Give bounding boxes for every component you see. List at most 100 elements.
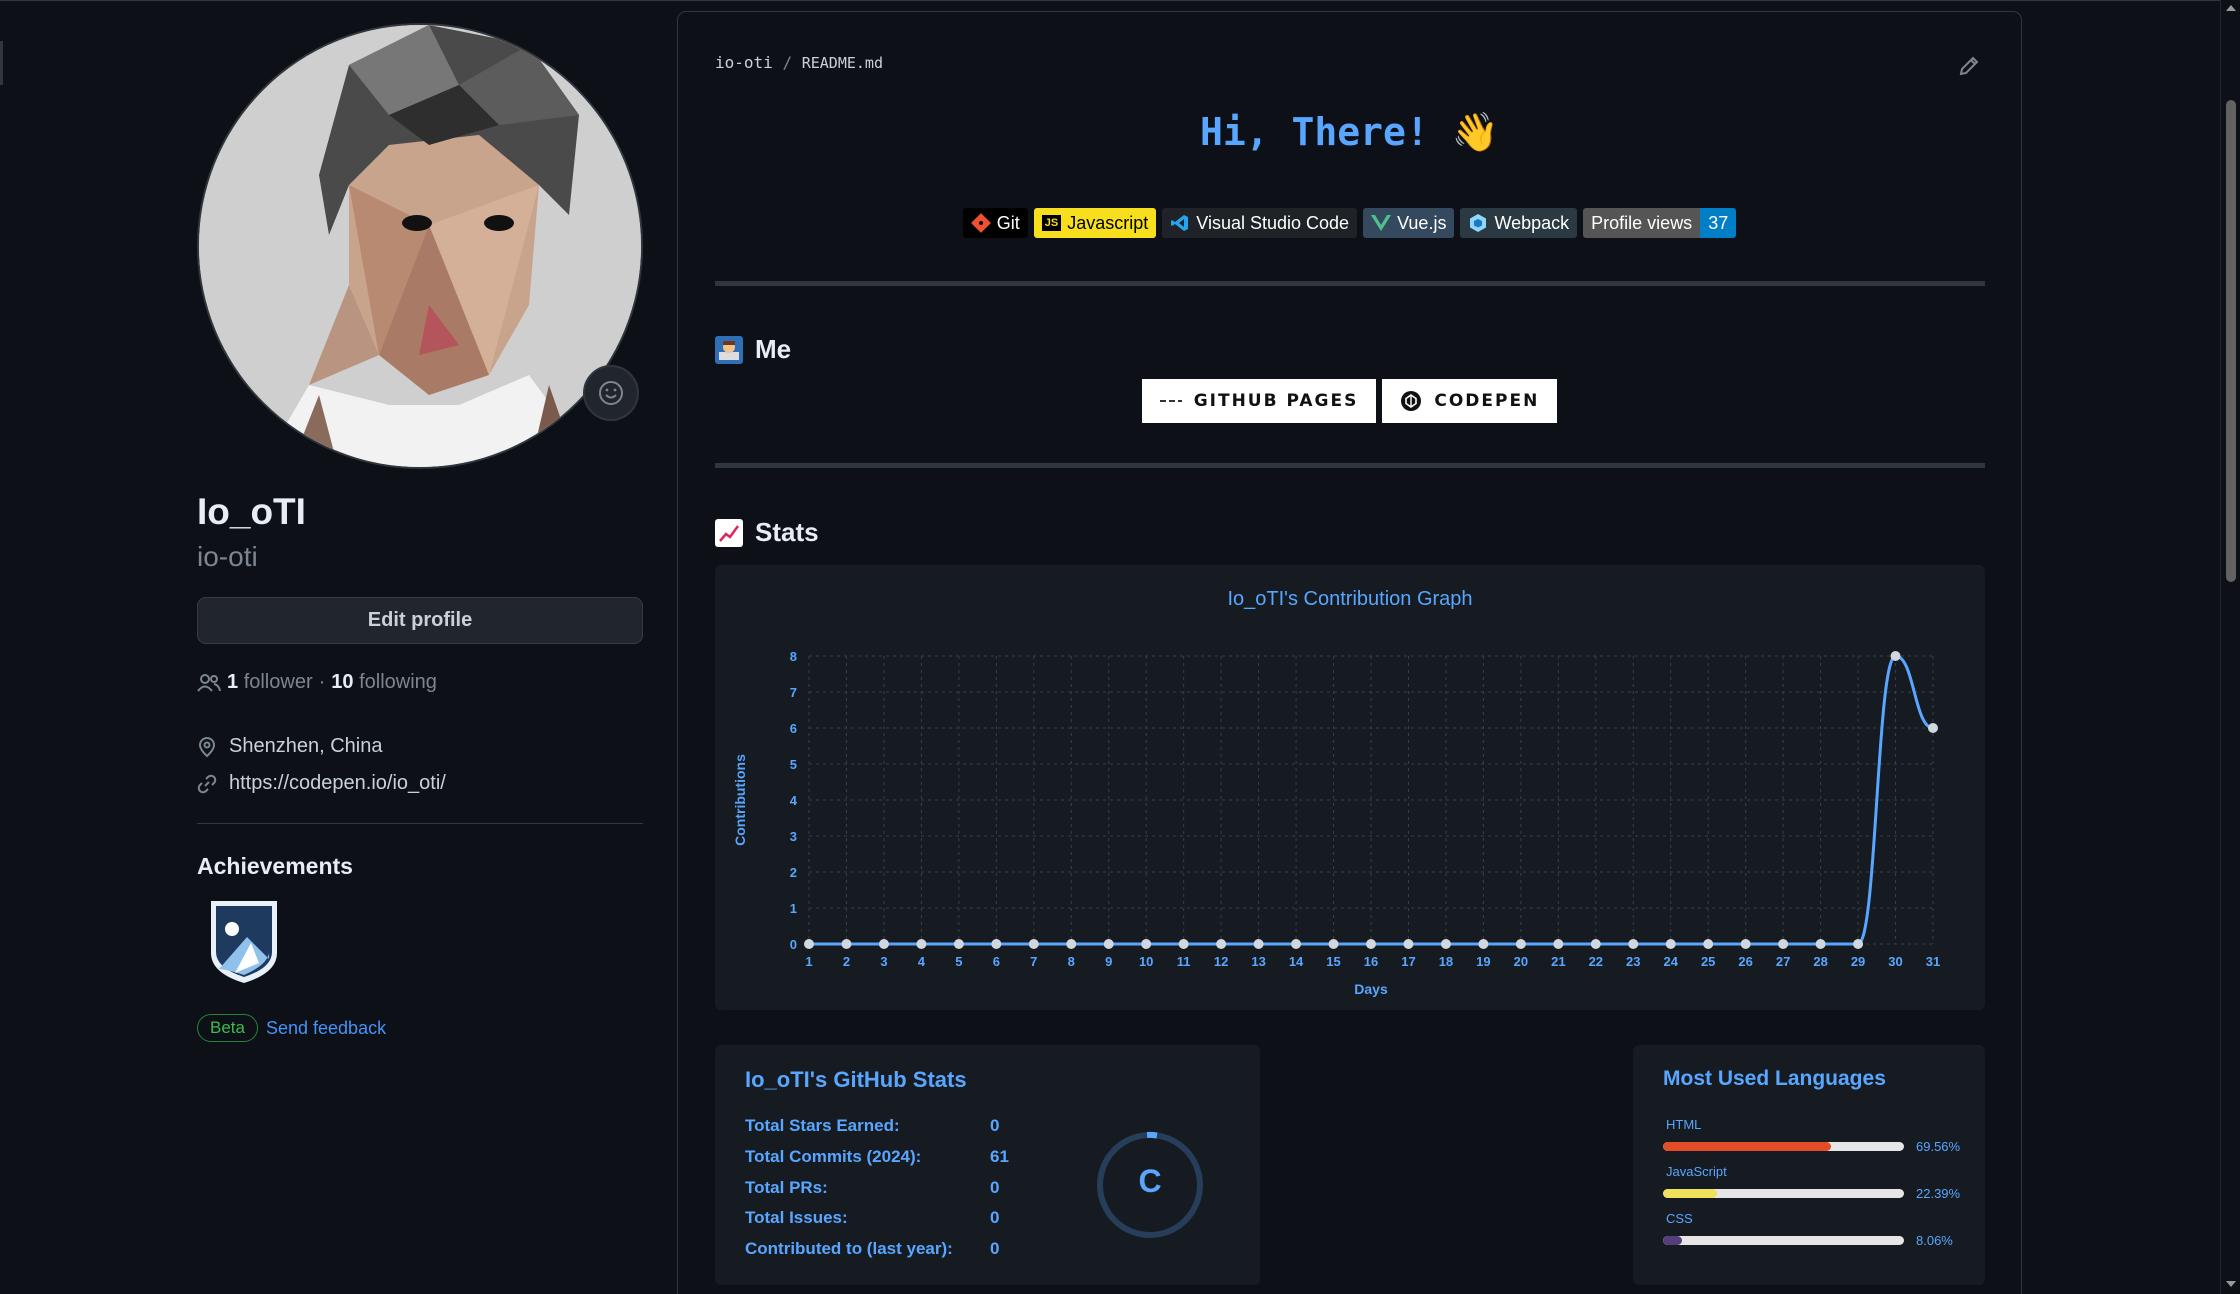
- codepen-icon: [1401, 391, 1422, 411]
- edit-readme-button[interactable]: [1957, 54, 1981, 83]
- profile-views-count: 37: [1700, 208, 1737, 238]
- crumb-file: README.md: [801, 54, 883, 72]
- vscode-icon: [1171, 215, 1189, 231]
- data-point: [1628, 939, 1639, 949]
- badge-label: Visual Studio Code: [1196, 212, 1350, 233]
- following-link[interactable]: 10 following: [331, 671, 437, 694]
- data-point: [953, 939, 964, 949]
- data-point: [1216, 939, 1227, 949]
- js-icon: JS: [1041, 215, 1062, 231]
- x-axis-label: Days: [1354, 981, 1388, 997]
- x-tick-label: 18: [1439, 954, 1453, 969]
- section-rule: [715, 463, 1985, 468]
- badge-vue[interactable]: Vue.js: [1363, 208, 1455, 238]
- followers-link[interactable]: 1 follower: [227, 671, 313, 694]
- achievement-badge[interactable]: [205, 897, 283, 985]
- followers-count: 1: [227, 671, 239, 693]
- x-tick-label: 27: [1776, 954, 1790, 969]
- x-tick-label: 23: [1626, 954, 1640, 969]
- lang-fill: [1663, 1189, 1717, 1198]
- crumb-user[interactable]: io-oti: [715, 53, 773, 72]
- data-point: [1553, 939, 1564, 949]
- data-point: [1515, 939, 1526, 949]
- data-point: [1178, 939, 1189, 949]
- edit-profile-button[interactable]: Edit profile: [197, 597, 643, 644]
- x-tick-label: 1: [805, 954, 812, 969]
- data-point: [1066, 939, 1077, 949]
- badge-webpack[interactable]: Webpack: [1460, 208, 1578, 238]
- profile-name: Io_oTI: [197, 491, 306, 532]
- beta-row: Beta Send feedback: [197, 1014, 386, 1042]
- x-tick-label: 6: [993, 954, 1000, 969]
- data-point: [1665, 939, 1676, 949]
- github-stats-title: Io_oTI's GitHub Stats: [745, 1067, 967, 1092]
- data-point: [1890, 651, 1901, 661]
- x-tick-label: 9: [1105, 954, 1112, 969]
- stat-value: 61: [990, 1147, 1009, 1166]
- x-tick-label: 13: [1251, 954, 1265, 969]
- badge-git[interactable]: Git: [962, 208, 1028, 238]
- x-tick-label: 2: [843, 954, 850, 969]
- profile-page: Io_oTI io-oti Edit profile 1 follower · …: [0, 0, 2220, 1294]
- data-point: [1740, 939, 1751, 949]
- webpack-icon: [1470, 214, 1487, 232]
- following-label: following: [359, 671, 437, 693]
- badge-vscode[interactable]: Visual Studio Code: [1162, 208, 1358, 238]
- profile-views-badge[interactable]: Profile views 37: [1583, 208, 1737, 238]
- stat-label: Total Commits (2024):: [745, 1147, 922, 1166]
- location-pin-icon: [198, 736, 216, 757]
- stats-heading: Stats: [715, 517, 819, 548]
- github-pages-button[interactable]: GITHUB PAGES: [1141, 379, 1377, 423]
- stat-label: Contributed to (last year):: [745, 1239, 953, 1258]
- rank-letter: C: [1138, 1163, 1162, 1199]
- location-text: Shenzhen, China: [229, 735, 383, 757]
- follow-stats: 1 follower · 10 following: [197, 671, 437, 694]
- x-tick-label: 24: [1663, 954, 1678, 969]
- vue-icon: [1371, 215, 1392, 231]
- scroll-down-icon[interactable]: [2225, 1280, 2237, 1288]
- page-scrollbar[interactable]: [2220, 0, 2240, 1294]
- x-tick-label: 17: [1401, 954, 1415, 969]
- codepen-button[interactable]: CODEPEN: [1382, 379, 1558, 423]
- tech-badges: Git JS Javascript Visual Studio Code Vue…: [678, 208, 2021, 238]
- badge-label: Webpack: [1494, 212, 1570, 233]
- data-point: [1328, 939, 1339, 949]
- data-point: [1590, 939, 1601, 949]
- location-row: Shenzhen, China: [197, 735, 382, 758]
- data-point: [1853, 939, 1864, 949]
- contribution-chart: Io_oTI's Contribution Graph0123456781 2 3 4…: [732, 588, 1940, 997]
- lang-bar: [1663, 1142, 1904, 1151]
- stat-value: 0: [990, 1178, 1000, 1197]
- set-status-button[interactable]: [583, 365, 639, 421]
- badge-label: Git: [996, 212, 1020, 233]
- avatar[interactable]: [197, 23, 643, 469]
- stats-title: Stats: [755, 517, 819, 547]
- section-rule: [715, 281, 1985, 286]
- data-point: [1103, 939, 1114, 949]
- scroll-up-icon[interactable]: [2225, 4, 2237, 12]
- data-point: [804, 939, 814, 949]
- dot-separator: ·: [318, 671, 326, 693]
- lang-percent: 8.06%: [1916, 1233, 1953, 1248]
- badge-javascript[interactable]: JS Javascript: [1033, 208, 1157, 238]
- readme-heading: Hi, There! 👋: [1200, 110, 1499, 154]
- stat-value: 0: [990, 1208, 1000, 1227]
- chart-increasing-icon: [715, 518, 743, 547]
- x-tick-label: 14: [1289, 954, 1304, 969]
- send-feedback-link[interactable]: Send feedback: [266, 1018, 386, 1039]
- data-point: [1291, 939, 1302, 949]
- x-tick-label: 4: [918, 954, 926, 969]
- scrollbar-thumb[interactable]: [2226, 100, 2236, 582]
- technologist-icon: [715, 335, 743, 364]
- lang-name: HTML: [1666, 1117, 1702, 1132]
- stat-label: Total Issues:: [745, 1208, 848, 1227]
- people-icon: [197, 673, 221, 692]
- y-tick-label: 0: [790, 937, 797, 952]
- badge-label: Javascript: [1067, 212, 1149, 233]
- badge-label: Vue.js: [1397, 212, 1447, 233]
- link-buttons: GITHUB PAGES CODEPEN: [678, 379, 2021, 423]
- website-link[interactable]: https://codepen.io/io_oti/: [229, 772, 446, 795]
- x-tick-label: 26: [1738, 954, 1752, 969]
- x-tick-label: 20: [1514, 954, 1528, 969]
- lang-fill: [1663, 1142, 1831, 1151]
